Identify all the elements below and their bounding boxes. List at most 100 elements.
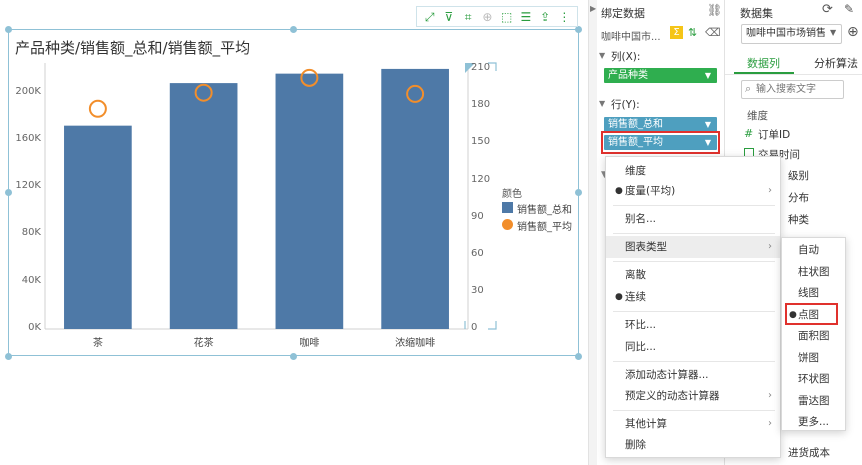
y-right-tick-label: 60 xyxy=(471,247,484,259)
eraser-icon[interactable]: ⌫ xyxy=(705,26,721,39)
expand-arrow-icon[interactable]: ▶ xyxy=(590,4,596,13)
submenu-item-pie[interactable]: 饼图 xyxy=(782,348,845,370)
y-right-tick-label: 90 xyxy=(471,210,484,222)
menu-item-label: 度量(平均) xyxy=(625,185,676,197)
menu-item-label: 连续 xyxy=(625,291,646,303)
dataset-title: 数据集 xyxy=(740,7,773,20)
submenu-item-label: 饼图 xyxy=(798,351,819,364)
field-partial[interactable]: 种类 xyxy=(788,212,809,227)
chevron-right-icon: › xyxy=(768,185,772,196)
menu-divider xyxy=(613,261,775,262)
col-label: 列(X): xyxy=(611,51,641,63)
tab-analysis-algorithms[interactable]: 分析算法 xyxy=(814,55,858,71)
tab-data-columns[interactable]: 数据列 xyxy=(747,55,780,71)
dimension-header: 维度 xyxy=(747,110,768,122)
col-collapse-icon[interactable]: ▼ xyxy=(599,51,605,60)
menu-item-delete[interactable]: 删除 xyxy=(606,434,780,456)
menu-item-continuous[interactable]: ● 连续 xyxy=(606,286,780,308)
bar-3[interactable] xyxy=(381,68,449,330)
menu-item-mom[interactable]: 环比... xyxy=(606,314,780,336)
y-right-tick-label: 180 xyxy=(471,99,491,111)
menu-item-label: 离散 xyxy=(625,269,646,281)
y-left-tick-label: 80K xyxy=(21,227,41,239)
submenu-item-label: 更多... xyxy=(798,416,830,428)
pill-dropdown-icon[interactable]: ▼ xyxy=(705,68,711,83)
search-input[interactable] xyxy=(756,82,842,97)
legend-label-sum: 销售额_总和 xyxy=(517,205,572,216)
menu-item-discrete[interactable]: 离散 xyxy=(606,264,780,286)
submenu-item-point[interactable]: ● 点图 xyxy=(782,305,845,327)
menu-item-label: 删除 xyxy=(625,439,646,451)
submenu-item-radar[interactable]: 雷达图 xyxy=(782,391,845,413)
menu-item-label: 同比... xyxy=(625,341,657,353)
menu-item-label: 预定义的动态计算器 xyxy=(625,390,720,402)
bar-1[interactable] xyxy=(169,83,238,329)
legend-title: 颜色 xyxy=(502,189,522,200)
y-right-tick-label: 0 xyxy=(471,322,478,333)
add-dataset-icon[interactable]: ⊕ xyxy=(847,24,859,40)
chevron-right-icon: › xyxy=(768,390,772,401)
submenu-item-label: 自动 xyxy=(798,244,819,256)
row-collapse-icon[interactable]: ▼ xyxy=(599,99,605,108)
move-icon[interactable]: ⇅ xyxy=(688,26,697,39)
chevron-down-icon[interactable]: ▼ xyxy=(830,28,836,37)
link-icon[interactable]: ⛓ xyxy=(707,3,722,17)
row-field-pill-sum[interactable]: 销售额_总和 ▼ xyxy=(604,117,717,132)
col-field-pill[interactable]: 产品种类 ▼ xyxy=(604,68,717,83)
submenu-item-label: 雷达图 xyxy=(798,394,830,407)
y-right-tick-label: 120 xyxy=(471,173,491,185)
dataset-selected-value: 咖啡中国市场销售 xyxy=(746,28,826,39)
submenu-item-auto[interactable]: 自动 xyxy=(782,240,845,262)
bar-0[interactable] xyxy=(64,125,132,329)
submenu-item-label: 环状图 xyxy=(798,373,830,385)
menu-item-predefined-dynamic-calc[interactable]: 预定义的动态计算器 › xyxy=(606,385,780,407)
edit-icon[interactable]: ✎ xyxy=(844,2,854,16)
y-right-tick-label: 30 xyxy=(471,284,484,296)
refresh-icon[interactable]: ⟳ xyxy=(822,2,833,17)
field-partial[interactable]: 进货成本 xyxy=(788,445,830,460)
bind-dataset-name: 咖啡中国市... xyxy=(601,32,661,43)
field-type-hash-icon: # xyxy=(744,127,754,140)
pill-dropdown-icon[interactable]: ▼ xyxy=(705,135,711,150)
field-partial[interactable]: 级别 xyxy=(788,168,809,183)
y-left-tick-label: 40K xyxy=(21,274,41,286)
field-order-id[interactable]: 订单ID xyxy=(758,127,790,142)
submenu-item-area[interactable]: 面积图 xyxy=(782,326,845,348)
menu-item-other-calc[interactable]: 其他计算 › xyxy=(606,413,780,435)
y-right-tick-label: 150 xyxy=(471,136,491,148)
pill-dropdown-icon[interactable]: ▼ xyxy=(705,117,711,132)
selected-dot-icon: ● xyxy=(615,186,623,196)
chart-plot xyxy=(44,62,497,330)
submenu-item-label: 柱状图 xyxy=(798,265,830,278)
dataset-select[interactable]: 咖啡中国市场销售 xyxy=(741,24,842,44)
menu-item-add-dynamic-calc[interactable]: 添加动态计算器... xyxy=(606,364,780,386)
selected-dot-icon: ● xyxy=(789,309,797,320)
submenu-item-donut[interactable]: 环状图 xyxy=(782,369,845,391)
submenu-item-more[interactable]: 更多... xyxy=(782,412,845,434)
submenu-item-line[interactable]: 线图 xyxy=(782,283,845,305)
x-category-label: 浓缩咖啡 xyxy=(395,338,436,349)
tab-divider xyxy=(725,74,862,75)
row-label: 行(Y): xyxy=(611,99,640,111)
sum-icon[interactable]: Σ xyxy=(670,26,683,39)
menu-item-alias[interactable]: 别名... xyxy=(606,208,780,230)
menu-item-chart-type[interactable]: 图表类型 › xyxy=(606,236,780,258)
menu-item-dimension[interactable]: 维度 xyxy=(606,160,780,182)
bar-2[interactable] xyxy=(275,73,344,329)
search-icon: ⌕ xyxy=(745,82,752,95)
row-field-label: 销售额_平均 xyxy=(608,137,663,148)
menu-item-label: 其他计算 xyxy=(625,418,667,430)
legend-label-avg: 销售额_平均 xyxy=(517,222,572,233)
field-partial[interactable]: 分布 xyxy=(788,190,809,205)
row-field-pill-avg[interactable]: 销售额_平均 ▼ xyxy=(604,135,717,150)
menu-divider xyxy=(613,311,775,312)
submenu-item-label: 线图 xyxy=(798,287,819,299)
collapse-handle[interactable] xyxy=(589,0,597,465)
submenu-item-bar[interactable]: 柱状图 xyxy=(782,262,845,284)
menu-item-yoy[interactable]: 同比... xyxy=(606,336,780,358)
chart-type-submenu: 自动 柱状图 线图 ● 点图 面积图 饼图 环状图 雷达图 更多... xyxy=(781,237,846,431)
y-right-tick-label: 210 xyxy=(471,62,491,74)
point-0[interactable] xyxy=(88,99,107,118)
menu-item-label: 维度 xyxy=(625,165,646,177)
menu-item-measure-avg[interactable]: ● 度量(平均) › xyxy=(606,180,780,202)
